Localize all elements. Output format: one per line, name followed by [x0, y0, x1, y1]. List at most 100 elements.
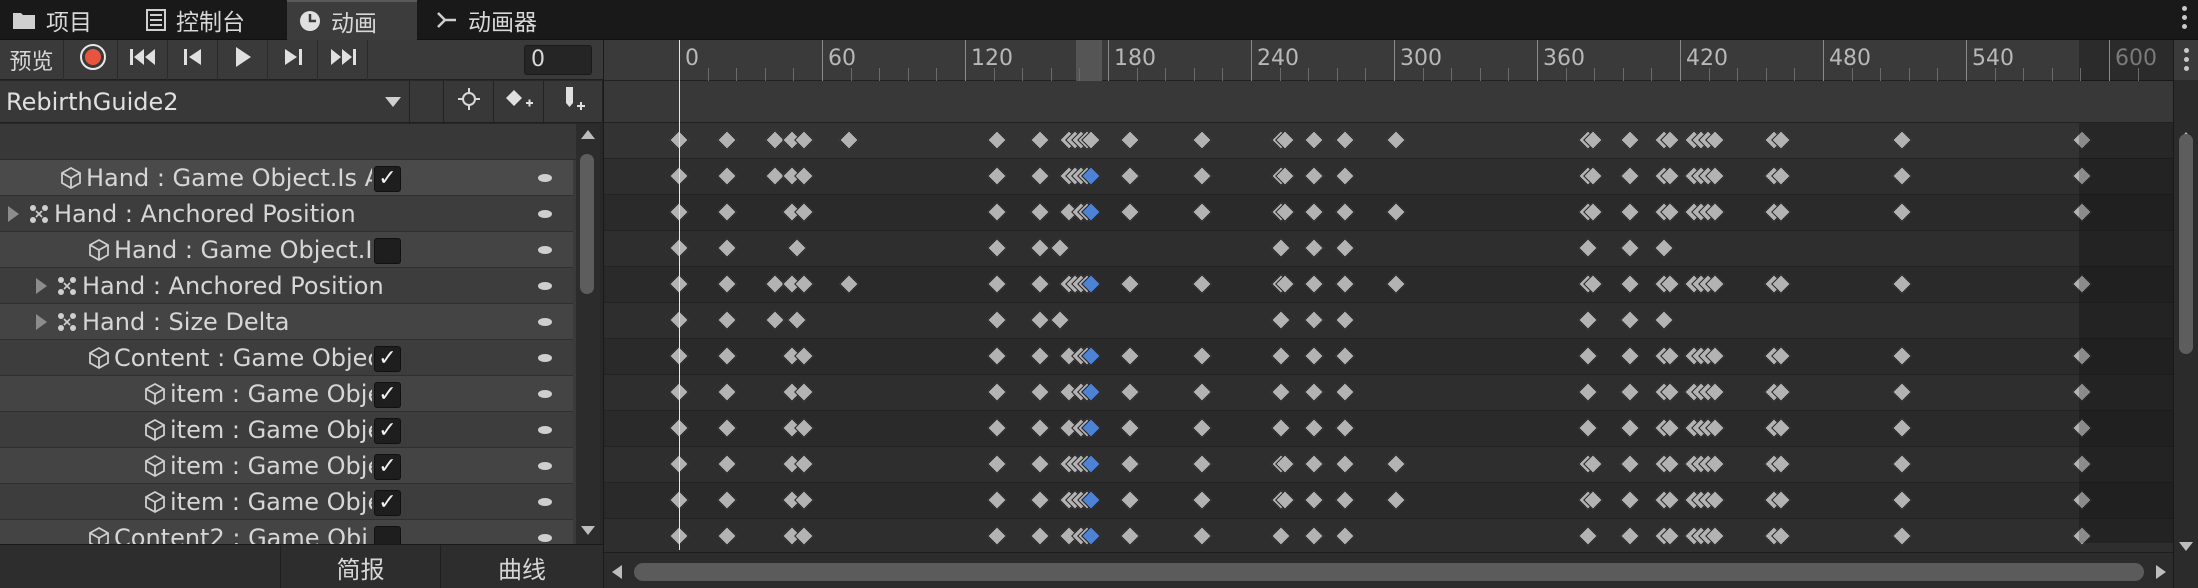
keyframe[interactable]: [794, 490, 814, 510]
property-row[interactable]: item : Game Obje ✓: [0, 448, 573, 484]
keyframe[interactable]: [1192, 274, 1212, 294]
keyframe[interactable]: [1271, 346, 1291, 366]
keyframe[interactable]: [794, 418, 814, 438]
record-button[interactable]: [68, 40, 118, 80]
keyframe[interactable]: [1620, 382, 1640, 402]
keyframe[interactable]: [794, 166, 814, 186]
keyframe[interactable]: [787, 310, 807, 330]
keyframe[interactable]: [1335, 274, 1355, 294]
keyframe[interactable]: [1304, 166, 1324, 186]
property-row[interactable]: Hand : Game Object.I: [0, 232, 573, 268]
keyframe[interactable]: [1120, 454, 1140, 474]
property-options-icon[interactable]: [538, 426, 552, 434]
keyframe[interactable]: [1192, 382, 1212, 402]
keyframe[interactable]: [1386, 130, 1406, 150]
keyframe[interactable]: [765, 310, 785, 330]
property-options-icon[interactable]: [538, 174, 552, 182]
key-filter-button[interactable]: [444, 81, 494, 123]
keyframe[interactable]: [987, 454, 1007, 474]
tab-console[interactable]: 控制台: [146, 0, 245, 40]
property-checkbox[interactable]: [374, 238, 401, 264]
summary-keyframe-row[interactable]: [604, 123, 2174, 159]
keyframe[interactable]: [1335, 130, 1355, 150]
keyframe[interactable]: [1654, 238, 1674, 258]
keyframe[interactable]: [1335, 238, 1355, 258]
keyframe[interactable]: [1192, 130, 1212, 150]
keyframe[interactable]: [1271, 418, 1291, 438]
keyframe[interactable]: [1620, 274, 1640, 294]
scroll-down-icon[interactable]: [581, 526, 595, 535]
add-event-button[interactable]: [544, 81, 603, 123]
keyframe[interactable]: [1120, 274, 1140, 294]
keyframe-row[interactable]: [604, 447, 2174, 483]
keyframe[interactable]: [1192, 418, 1212, 438]
keyframe[interactable]: [1578, 526, 1598, 546]
keyframe[interactable]: [1335, 526, 1355, 546]
keyframe[interactable]: [1620, 490, 1640, 510]
keyframe[interactable]: [1620, 202, 1640, 222]
keyframe[interactable]: [717, 454, 737, 474]
keyframe[interactable]: [717, 418, 737, 438]
property-row[interactable]: Content2 : Game Obj: [0, 520, 573, 544]
keyframe[interactable]: [794, 274, 814, 294]
keyframe[interactable]: [1578, 418, 1598, 438]
keyframe[interactable]: [1304, 382, 1324, 402]
fold-arrow-icon[interactable]: [8, 205, 22, 222]
keyframe[interactable]: [794, 454, 814, 474]
keyframe[interactable]: [1271, 310, 1291, 330]
scroll-down-icon[interactable]: [2179, 542, 2193, 551]
keyframe[interactable]: [1578, 382, 1598, 402]
keyframe[interactable]: [1030, 454, 1050, 474]
property-options-icon[interactable]: [538, 498, 552, 506]
keyframe[interactable]: [1335, 166, 1355, 186]
more-options-icon[interactable]: [2184, 48, 2189, 74]
keyframe[interactable]: [1386, 202, 1406, 222]
tab-project[interactable]: 项目: [12, 0, 92, 40]
keyframe[interactable]: [1030, 274, 1050, 294]
keyframe[interactable]: [717, 274, 737, 294]
property-row[interactable]: Hand : Game Object.Is A ✓: [0, 160, 573, 196]
scroll-thumb[interactable]: [580, 154, 594, 294]
property-options-icon[interactable]: [538, 282, 552, 290]
keyframe-row[interactable]: [604, 483, 2174, 519]
keyframe[interactable]: [987, 526, 1007, 546]
property-row[interactable]: item : Game Obje ✓: [0, 484, 573, 520]
keyframe[interactable]: [1120, 490, 1140, 510]
time-ruler[interactable]: 0 60 120 180 240 300 360 420 480 540 600: [604, 40, 2174, 81]
keyframe[interactable]: [1030, 418, 1050, 438]
keyframe[interactable]: [1192, 526, 1212, 546]
keyframe[interactable]: [1654, 310, 1674, 330]
keyframe[interactable]: [1030, 346, 1050, 366]
keyframe[interactable]: [1304, 526, 1324, 546]
keyframe[interactable]: [1120, 202, 1140, 222]
keyframe[interactable]: [1192, 202, 1212, 222]
scroll-left-icon[interactable]: [612, 565, 622, 579]
keyframe[interactable]: [987, 490, 1007, 510]
property-options-icon[interactable]: [538, 354, 552, 362]
keyframe[interactable]: [794, 130, 814, 150]
keyframe[interactable]: [1120, 526, 1140, 546]
clip-dropdown[interactable]: RebirthGuide2: [0, 81, 410, 123]
keyframe[interactable]: [787, 238, 807, 258]
property-checkbox[interactable]: ✓: [374, 346, 401, 372]
property-checkbox[interactable]: ✓: [374, 418, 401, 444]
property-options-icon[interactable]: [538, 246, 552, 254]
keyframe[interactable]: [1335, 490, 1355, 510]
keyframe[interactable]: [1304, 346, 1324, 366]
keyframe[interactable]: [1892, 202, 1912, 222]
keyframe[interactable]: [1620, 418, 1640, 438]
keyframe[interactable]: [1892, 526, 1912, 546]
keyframe[interactable]: [1030, 166, 1050, 186]
property-options-icon[interactable]: [538, 390, 552, 398]
scroll-thumb[interactable]: [2179, 134, 2193, 354]
keyframe[interactable]: [1620, 130, 1640, 150]
keyframe[interactable]: [1620, 166, 1640, 186]
next-keyframe-button[interactable]: [268, 40, 318, 80]
keyframe[interactable]: [1578, 346, 1598, 366]
keyframe-row[interactable]: [604, 375, 2174, 411]
keyframe[interactable]: [1892, 382, 1912, 402]
keyframe[interactable]: [839, 130, 859, 150]
keyframe[interactable]: [987, 274, 1007, 294]
keyframe-row[interactable]: [604, 159, 2174, 195]
keyframe[interactable]: [794, 526, 814, 546]
